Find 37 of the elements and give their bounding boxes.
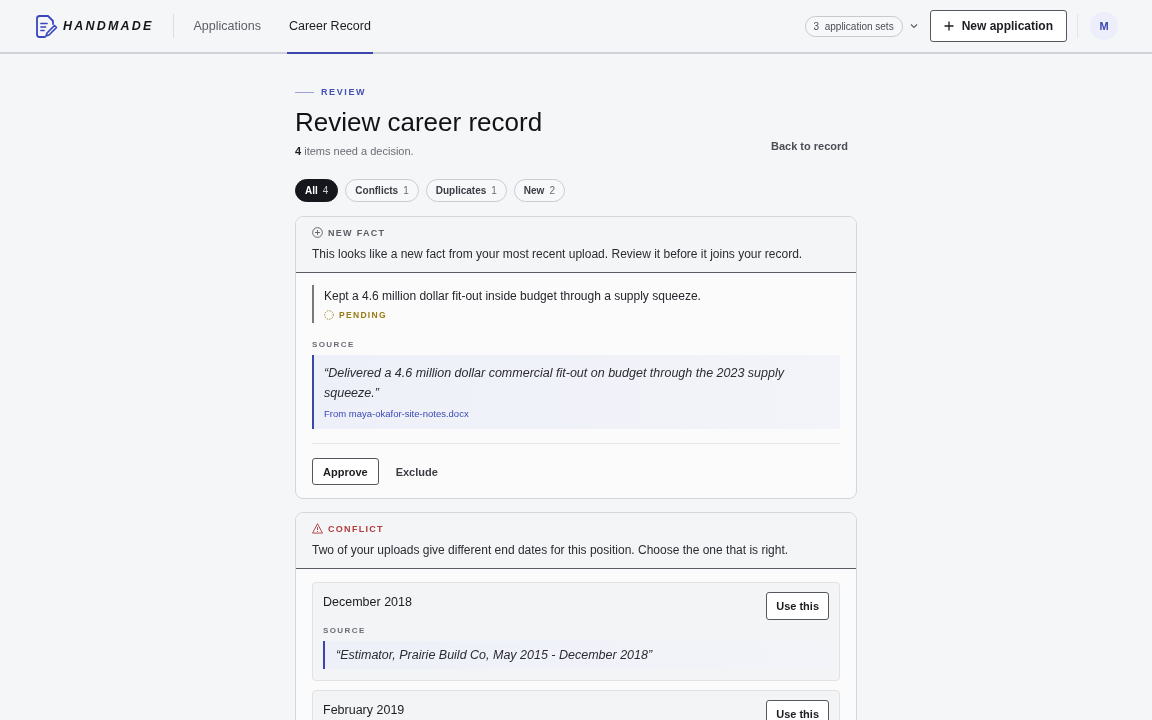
- logo-wordmark: HANDMADE: [63, 19, 154, 33]
- application-sets-button[interactable]: 3 application sets: [804, 15, 903, 37]
- summary-text: 4 items need a decision.: [295, 145, 415, 157]
- fact-text: Kept a 4.6 million dollar fit-out inside budget through a supply squeeze.: [324, 289, 702, 303]
- page-title: Review career record: [295, 106, 543, 139]
- document-pen-icon: [35, 13, 58, 39]
- nav-tab[interactable]: Career Record: [286, 0, 373, 54]
- use-this-button[interactable]: Use this: [766, 592, 829, 620]
- card-description: Two of your uploads give different end dates for this position. Choose the one that is right.: [312, 543, 790, 557]
- plus-icon: [943, 21, 954, 31]
- filter-chip[interactable]: New 2: [513, 179, 565, 202]
- warning-icon: [312, 523, 323, 534]
- option-value: December 2018: [323, 595, 412, 609]
- filter-chip[interactable]: All 4: [295, 179, 339, 202]
- quote-text: “Delivered a 4.6 million dollar commercial fit-out on budget through the 2023 supply squeeze.”: [324, 365, 786, 402]
- exclude-button[interactable]: Exclude: [384, 458, 449, 485]
- dashed-circle-icon: [324, 310, 334, 320]
- chevron-down-icon[interactable]: [909, 23, 918, 29]
- back-link[interactable]: Back to record: [770, 140, 848, 152]
- option-value: February 2019: [323, 703, 405, 717]
- user-avatar[interactable]: M: [1090, 12, 1118, 40]
- status-label: PENDING: [339, 310, 387, 320]
- filter-chip[interactable]: Conflicts 1: [345, 179, 419, 202]
- section-eyebrow: REVIEW: [321, 87, 367, 97]
- approve-button[interactable]: Approve: [312, 458, 379, 485]
- new-application-button[interactable]: New application: [929, 10, 1067, 42]
- source-file-link[interactable]: From maya-okafor-site-notes.docx: [324, 408, 469, 419]
- card-description: This looks like a new fact from your most recent upload. Review it before it joins your record.: [312, 247, 804, 261]
- filter-chip[interactable]: Duplicates 1: [425, 179, 507, 202]
- source-label: SOURCE: [312, 340, 356, 349]
- use-this-button[interactable]: Use this: [766, 700, 829, 720]
- card-tag: CONFLICT: [328, 523, 384, 534]
- nav-tab[interactable]: Applications: [191, 0, 263, 54]
- quote-text: “Estimator, Prairie Build Co, May 2015 - December 2018”: [336, 647, 654, 664]
- card-tag: NEW FACT: [328, 227, 386, 238]
- plus-circle-icon: [312, 227, 323, 238]
- source-label: SOURCE: [323, 626, 367, 635]
